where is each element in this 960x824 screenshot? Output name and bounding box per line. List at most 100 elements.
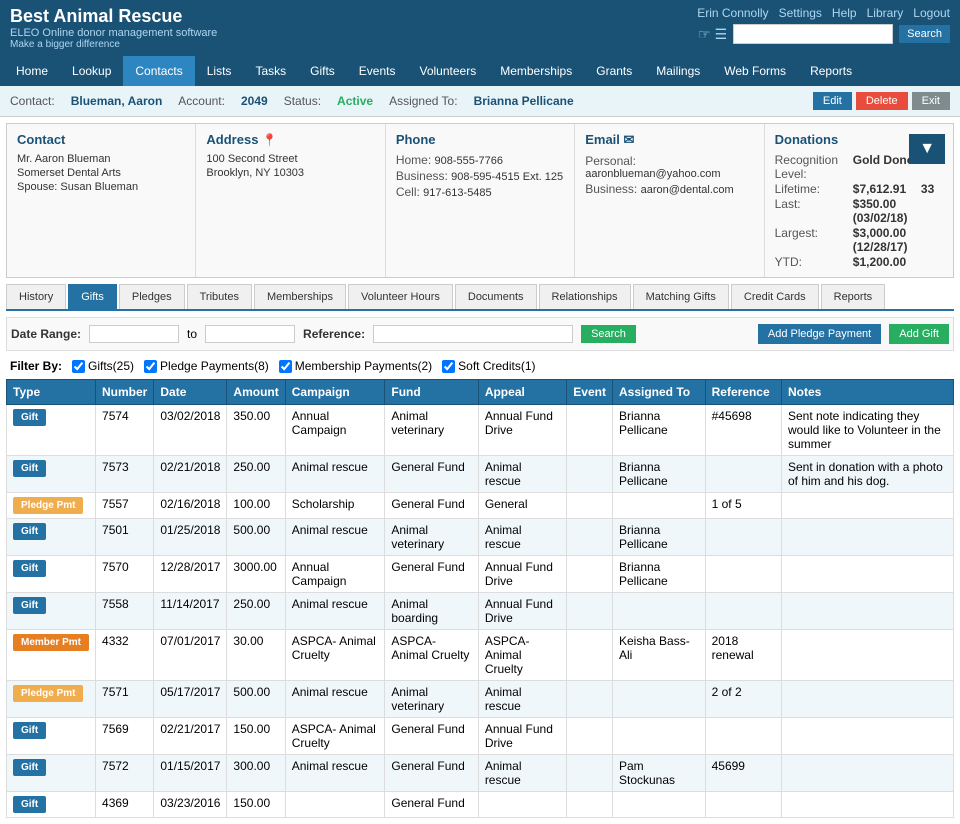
- cell-type[interactable]: Gift: [7, 519, 96, 556]
- nav-mailings[interactable]: Mailings: [644, 56, 712, 86]
- tab-documents[interactable]: Documents: [455, 284, 537, 309]
- cell-reference: 1 of 5: [705, 493, 781, 519]
- type-button[interactable]: Gift: [13, 796, 46, 813]
- reference-input[interactable]: [373, 325, 573, 343]
- tab-credit-cards[interactable]: Credit Cards: [731, 284, 819, 309]
- nav-web-forms[interactable]: Web Forms: [712, 56, 798, 86]
- exit-button[interactable]: Exit: [912, 92, 950, 110]
- col-event: Event: [567, 380, 613, 405]
- add-gift-button[interactable]: Add Gift: [889, 324, 949, 344]
- contact-panel: Contact Mr. Aaron Blueman Somerset Denta…: [7, 124, 196, 277]
- app-branding: Best Animal Rescue ELEO Online donor man…: [10, 6, 217, 50]
- filter-pledge-payments[interactable]: Pledge Payments(8): [144, 359, 269, 373]
- cell-number: 7573: [96, 456, 154, 493]
- donations-panel: Donations Recognition Level: Gold Donor …: [765, 124, 953, 277]
- gifts-search-button[interactable]: Search: [581, 325, 636, 343]
- cell-number: 7569: [96, 718, 154, 755]
- tab-volunteer-hours[interactable]: Volunteer Hours: [348, 284, 453, 309]
- cell-type[interactable]: Gift: [7, 556, 96, 593]
- tab-memberships[interactable]: Memberships: [254, 284, 346, 309]
- tab-tributes[interactable]: Tributes: [187, 284, 252, 309]
- filter-gifts-checkbox[interactable]: [72, 360, 85, 373]
- filter-soft-credits[interactable]: Soft Credits(1): [442, 359, 535, 373]
- tab-matching-gifts[interactable]: Matching Gifts: [633, 284, 729, 309]
- tab-pledges[interactable]: Pledges: [119, 284, 185, 309]
- library-link[interactable]: Library: [867, 6, 904, 20]
- list-icon[interactable]: ☰: [715, 26, 728, 43]
- reference-label: Reference:: [303, 327, 365, 341]
- filter-membership-payments[interactable]: Membership Payments(2): [279, 359, 432, 373]
- cell-type[interactable]: Gift: [7, 456, 96, 493]
- email-panel-title: Email ✉: [585, 132, 753, 148]
- tab-reports[interactable]: Reports: [821, 284, 886, 309]
- cell-appeal: General: [478, 493, 566, 519]
- filter-membership-payments-checkbox[interactable]: [279, 360, 292, 373]
- global-search-input[interactable]: [733, 24, 893, 44]
- type-button[interactable]: Member Pmt: [13, 634, 89, 651]
- table-row: Pledge Pmt 7557 02/16/2018 100.00 Schola…: [7, 493, 954, 519]
- cell-type[interactable]: Pledge Pmt: [7, 493, 96, 519]
- cell-type[interactable]: Gift: [7, 792, 96, 818]
- filter-gifts[interactable]: Gifts(25): [72, 359, 134, 373]
- edit-button[interactable]: Edit: [813, 92, 852, 110]
- cell-type[interactable]: Pledge Pmt: [7, 681, 96, 718]
- filter-by-label: Filter By:: [10, 359, 62, 373]
- tab-gifts[interactable]: Gifts: [68, 284, 117, 309]
- nav-home[interactable]: Home: [4, 56, 60, 86]
- type-button[interactable]: Pledge Pmt: [13, 497, 83, 514]
- filter-soft-credits-checkbox[interactable]: [442, 360, 455, 373]
- nav-volunteers[interactable]: Volunteers: [407, 56, 488, 86]
- cell-type[interactable]: Gift: [7, 405, 96, 456]
- cell-notes: [781, 493, 953, 519]
- nav-memberships[interactable]: Memberships: [488, 56, 584, 86]
- tab-relationships[interactable]: Relationships: [539, 284, 631, 309]
- cell-fund: General Fund: [385, 792, 478, 818]
- date-to-input[interactable]: [205, 325, 295, 343]
- nav-reports[interactable]: Reports: [798, 56, 864, 86]
- cell-event: [567, 493, 613, 519]
- type-button[interactable]: Gift: [13, 560, 46, 577]
- email-personal: Personal: aaronblueman@yahoo.com: [585, 154, 753, 180]
- nav-events[interactable]: Events: [347, 56, 408, 86]
- nav-lookup[interactable]: Lookup: [60, 56, 123, 86]
- type-button[interactable]: Gift: [13, 759, 46, 776]
- nav-contacts[interactable]: Contacts: [123, 56, 194, 86]
- tab-history[interactable]: History: [6, 284, 66, 309]
- delete-button[interactable]: Delete: [856, 92, 908, 110]
- nav-tasks[interactable]: Tasks: [243, 56, 298, 86]
- cell-assigned-to: [612, 792, 705, 818]
- settings-link[interactable]: Settings: [779, 6, 822, 20]
- logout-link[interactable]: Logout: [913, 6, 950, 20]
- filter-pledge-payments-checkbox[interactable]: [144, 360, 157, 373]
- type-button[interactable]: Gift: [13, 523, 46, 540]
- app-title: Best Animal Rescue: [10, 6, 217, 27]
- cell-notes: [781, 792, 953, 818]
- cell-fund: General Fund: [385, 718, 478, 755]
- type-button[interactable]: Gift: [13, 460, 46, 477]
- cell-type[interactable]: Member Pmt: [7, 630, 96, 681]
- nav-grants[interactable]: Grants: [584, 56, 644, 86]
- donations-dropdown-button[interactable]: ▼: [909, 134, 945, 164]
- nav-gifts[interactable]: Gifts: [298, 56, 347, 86]
- hand-icon[interactable]: ☞: [698, 26, 711, 43]
- help-link[interactable]: Help: [832, 6, 857, 20]
- nav-lists[interactable]: Lists: [195, 56, 244, 86]
- global-search-button[interactable]: Search: [899, 25, 950, 43]
- date-from-input[interactable]: [89, 325, 179, 343]
- add-pledge-payment-button[interactable]: Add Pledge Payment: [758, 324, 881, 344]
- type-button[interactable]: Pledge Pmt: [13, 685, 83, 702]
- cell-type[interactable]: Gift: [7, 755, 96, 792]
- phone-panel-title: Phone: [396, 132, 564, 147]
- cell-fund: General Fund: [385, 493, 478, 519]
- type-button[interactable]: Gift: [13, 409, 46, 426]
- cell-type[interactable]: Gift: [7, 718, 96, 755]
- type-button[interactable]: Gift: [13, 722, 46, 739]
- cell-number: 4369: [96, 792, 154, 818]
- contact-panel-title: Contact: [17, 132, 185, 147]
- contact-bar: Contact: Blueman, Aaron Account: 2049 St…: [0, 86, 960, 117]
- col-campaign: Campaign: [285, 380, 385, 405]
- cell-type[interactable]: Gift: [7, 593, 96, 630]
- top-nav-right: Erin Connolly Settings Help Library Logo…: [697, 6, 950, 44]
- type-button[interactable]: Gift: [13, 597, 46, 614]
- cell-event: [567, 519, 613, 556]
